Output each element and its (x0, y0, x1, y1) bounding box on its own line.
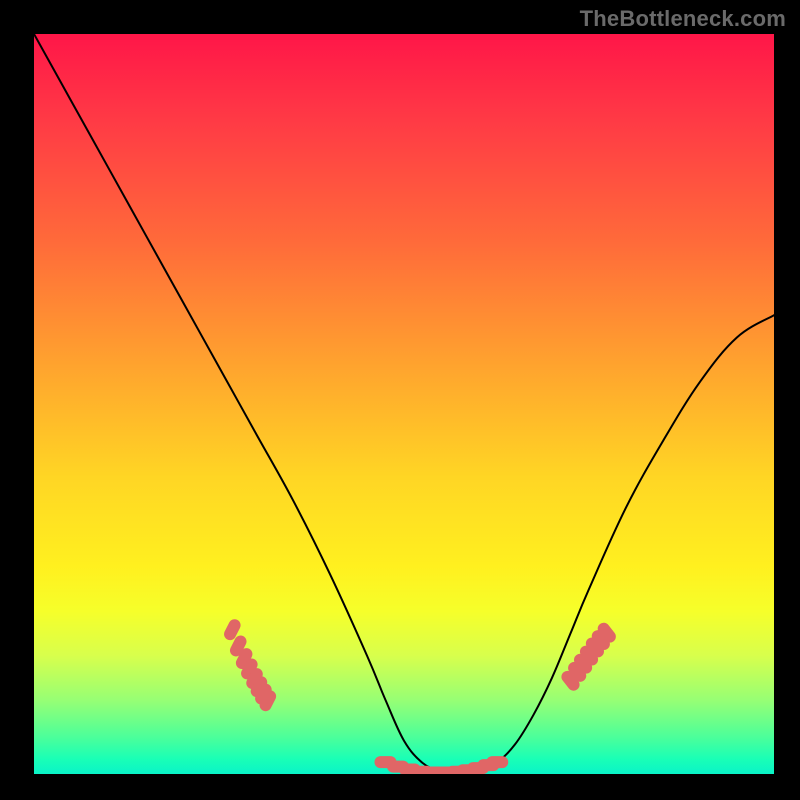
series-bottleneck-curve (34, 34, 774, 774)
plot-area (34, 34, 774, 774)
chart-stage: TheBottleneck.com (0, 0, 800, 800)
watermark-text: TheBottleneck.com (580, 6, 786, 32)
chart-svg (34, 34, 774, 774)
marker-valley-cluster (486, 756, 508, 768)
